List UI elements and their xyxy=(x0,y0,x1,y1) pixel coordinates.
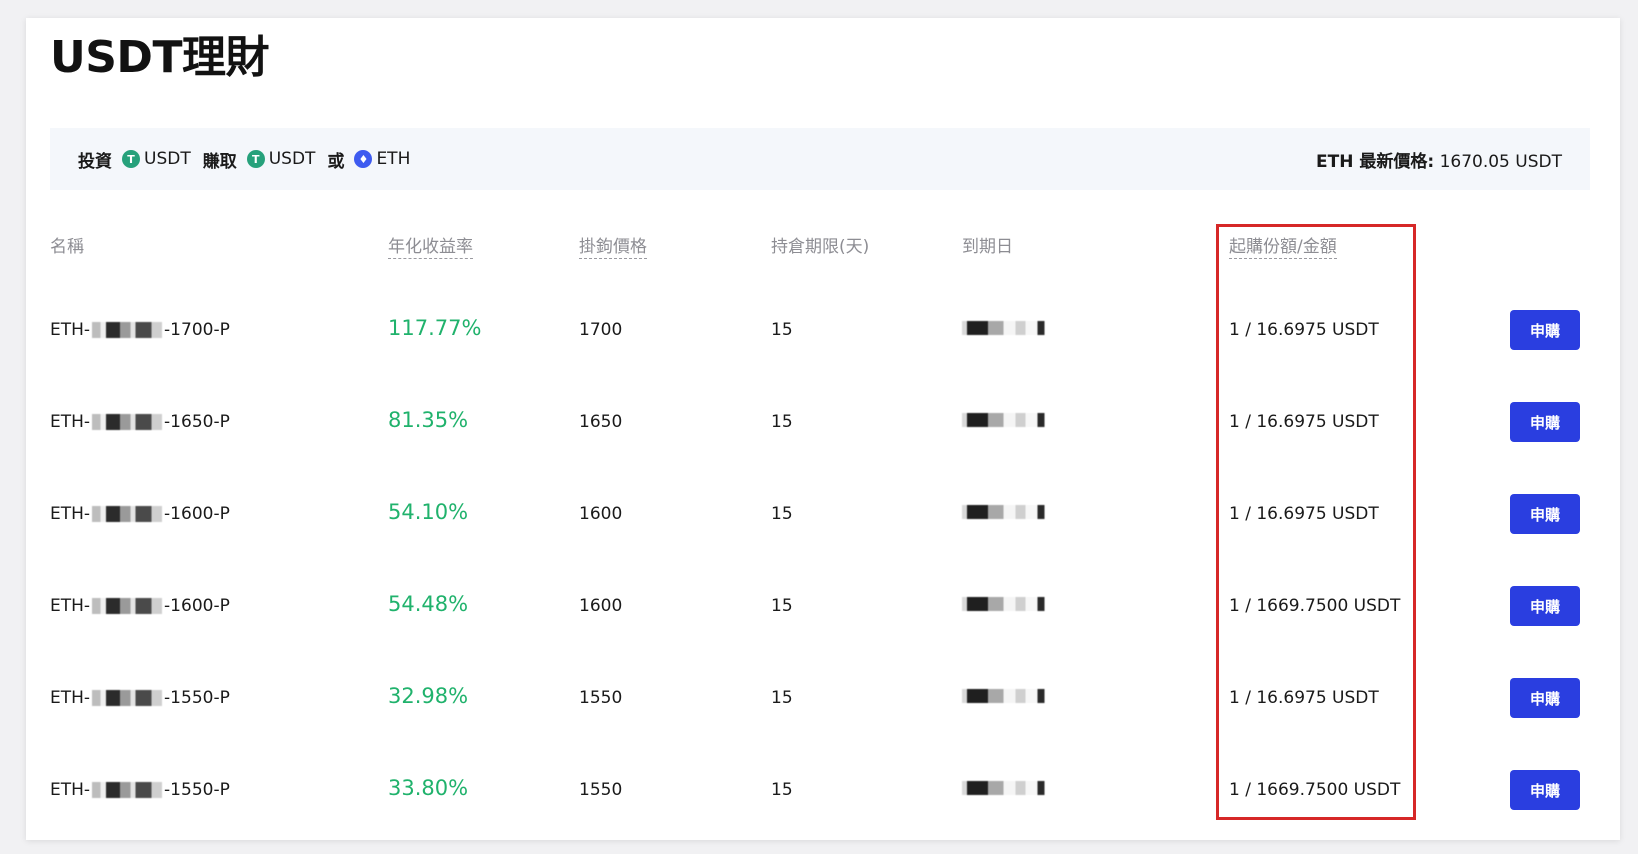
header-strike[interactable]: 掛鉤價格 xyxy=(579,236,647,259)
product-name-prefix: ETH- xyxy=(50,412,91,432)
table-row-expiry xyxy=(962,502,1048,526)
subscribe-button[interactable]: 申購 xyxy=(1510,402,1580,442)
product-name-suffix: -1700-P xyxy=(164,320,230,340)
table-row-expiry xyxy=(962,410,1048,434)
product-name-prefix: ETH- xyxy=(50,504,91,524)
invest-coin: T USDT xyxy=(122,149,191,169)
redacted-expiry-block xyxy=(962,597,1048,611)
subscribe-button[interactable]: 申購 xyxy=(1510,586,1580,626)
table-row-min-amount: 1 / 16.6975 USDT xyxy=(1229,688,1379,708)
usdt-icon: T xyxy=(122,150,140,168)
subscribe-button[interactable]: 申購 xyxy=(1510,310,1580,350)
invest-summary: 投資 T USDT 賺取 T USDT 或 ♦ ETH xyxy=(78,147,422,172)
redacted-date-block xyxy=(92,598,163,614)
table-row-strike: 1650 xyxy=(579,412,623,432)
redacted-expiry-block xyxy=(962,321,1048,335)
redacted-expiry-block xyxy=(962,505,1048,519)
table-row-apr: 81.35% xyxy=(388,408,469,432)
product-name-suffix: -1550-P xyxy=(164,688,230,708)
table-row-period: 15 xyxy=(771,688,793,708)
product-name-prefix: ETH- xyxy=(50,320,91,340)
header-period: 持倉期限(天) xyxy=(771,237,870,257)
table-row-apr: 54.48% xyxy=(388,592,469,616)
table-row-name: ETH- -1550-P xyxy=(50,686,230,710)
table-row-expiry xyxy=(962,686,1048,710)
table-row-min-amount: 1 / 1669.7500 USDT xyxy=(1229,596,1401,616)
table-row-period: 15 xyxy=(771,320,793,340)
table-row-period: 15 xyxy=(771,504,793,524)
redacted-date-block xyxy=(92,690,163,706)
table-row-strike: 1550 xyxy=(579,688,623,708)
table-row-min-amount: 1 / 16.6975 USDT xyxy=(1229,320,1379,340)
info-banner: 投資 T USDT 賺取 T USDT 或 ♦ ETH ETH 最新價格: 16… xyxy=(50,128,1590,190)
earn-coin-eth: ♦ ETH xyxy=(354,149,410,169)
header-expiry: 到期日 xyxy=(962,237,1013,257)
product-name-prefix: ETH- xyxy=(50,780,91,800)
earn-label: 賺取 xyxy=(202,151,237,172)
redacted-date-block xyxy=(92,322,163,338)
table-row-expiry xyxy=(962,594,1048,618)
table-row-period: 15 xyxy=(771,412,793,432)
redacted-date-block xyxy=(92,414,163,430)
product-name-suffix: -1600-P xyxy=(164,504,230,524)
redacted-date-block xyxy=(92,782,163,798)
invest-coin-label: USDT xyxy=(144,149,191,169)
product-name-suffix: -1650-P xyxy=(164,412,230,432)
table-row-apr: 33.80% xyxy=(388,776,469,800)
table-row-apr: 54.10% xyxy=(388,500,469,524)
earn-coin-usdt-label: USDT xyxy=(268,149,316,169)
redacted-date-block xyxy=(92,506,163,522)
table-row-apr: 117.77% xyxy=(388,316,482,340)
product-name-suffix: -1550-P xyxy=(164,780,230,800)
table-row-min-amount: 1 / 16.6975 USDT xyxy=(1229,504,1379,524)
or-label: 或 xyxy=(327,151,345,172)
table-row-period: 15 xyxy=(771,596,793,616)
subscribe-button[interactable]: 申購 xyxy=(1510,770,1580,810)
subscribe-button[interactable]: 申購 xyxy=(1510,494,1580,534)
header-apr[interactable]: 年化收益率 xyxy=(388,236,473,259)
eth-icon: ♦ xyxy=(354,150,373,168)
table-row-expiry xyxy=(962,318,1048,342)
header-min-amount[interactable]: 起購份額/金額 xyxy=(1229,236,1337,259)
redacted-expiry-block xyxy=(962,781,1048,795)
usdt-icon: T xyxy=(246,150,265,168)
eth-price: ETH 最新價格: 1670.05 USDT xyxy=(1316,147,1562,172)
table-row-period: 15 xyxy=(771,780,793,800)
redacted-expiry-block xyxy=(962,413,1048,427)
table-row-strike: 1600 xyxy=(579,596,623,616)
eth-price-label: ETH 最新價格: xyxy=(1316,151,1435,172)
redacted-expiry-block xyxy=(962,689,1048,703)
table-row-strike: 1600 xyxy=(579,504,623,524)
product-name-suffix: -1600-P xyxy=(164,596,230,616)
table-row-name: ETH- -1700-P xyxy=(50,318,230,342)
page-title: USDT理財 xyxy=(50,32,269,83)
table-row-name: ETH- -1650-P xyxy=(50,410,230,434)
table-row-min-amount: 1 / 1669.7500 USDT xyxy=(1229,780,1401,800)
earn-coin-usdt: T USDT xyxy=(246,149,316,169)
table-row-name: ETH- -1600-P xyxy=(50,502,230,526)
table-row-name: ETH- -1600-P xyxy=(50,594,230,618)
table-row-apr: 32.98% xyxy=(388,684,469,708)
eth-price-value: 1670.05 USDT xyxy=(1439,151,1562,172)
invest-label: 投資 xyxy=(78,151,112,172)
table-row-min-amount: 1 / 16.6975 USDT xyxy=(1229,412,1379,432)
product-name-prefix: ETH- xyxy=(50,596,91,616)
table-row-strike: 1700 xyxy=(579,320,623,340)
table-row-name: ETH- -1550-P xyxy=(50,778,230,802)
product-name-prefix: ETH- xyxy=(50,688,91,708)
subscribe-button[interactable]: 申購 xyxy=(1510,678,1580,718)
table-row-strike: 1550 xyxy=(579,780,623,800)
table-row-expiry xyxy=(962,778,1048,802)
earn-coin-eth-label: ETH xyxy=(376,149,411,169)
header-name: 名稱 xyxy=(50,237,84,257)
